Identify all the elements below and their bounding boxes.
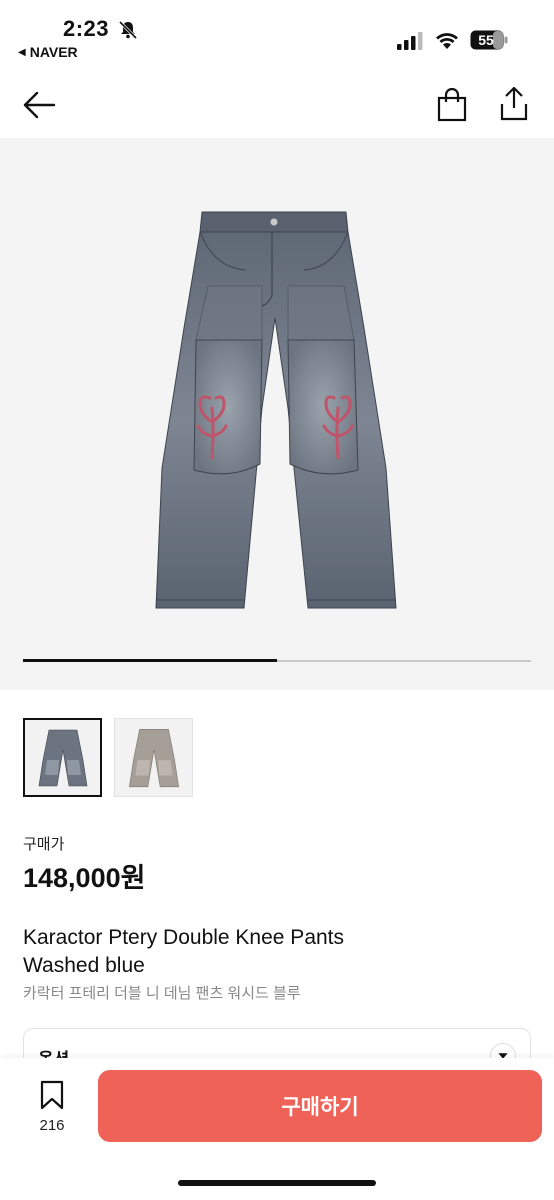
share-icon[interactable]	[498, 86, 530, 122]
product-image-gallery[interactable]	[0, 138, 554, 690]
bookmark-button[interactable]: 216	[30, 1080, 74, 1140]
back-arrow-icon[interactable]	[22, 90, 56, 120]
thumbnail-grey[interactable]	[114, 718, 193, 797]
battery-icon: 55	[470, 30, 508, 50]
thumbnail-grey-image	[129, 728, 180, 788]
battery-level: 55	[478, 32, 494, 48]
product-subtitle: 카락터 프테리 더블 니 데님 팬츠 워시드 블루	[23, 985, 301, 1002]
buy-button[interactable]: 구매하기	[98, 1070, 542, 1142]
gallery-progress-fill	[23, 659, 277, 662]
bottom-action-bar: 216 구매하기	[0, 1058, 554, 1200]
shopping-bag-icon[interactable]	[437, 88, 467, 122]
status-time: 2:23	[63, 16, 110, 41]
back-app-label: NAVER	[29, 44, 78, 60]
gallery-progress-track	[23, 659, 531, 662]
top-nav-bar	[0, 70, 554, 138]
home-indicator	[178, 1180, 376, 1186]
bookmark-count: 216	[39, 1117, 65, 1134]
price-value: 148,000원	[23, 863, 146, 893]
wifi-icon	[436, 33, 458, 49]
bookmark-icon	[40, 1080, 64, 1110]
bell-off-icon	[118, 20, 138, 40]
product-title-line1: Karactor Ptery Double Knee Pants	[23, 926, 345, 949]
thumbnail-blue-image	[38, 729, 88, 787]
price-label: 구매가	[23, 836, 65, 853]
signal-icon	[397, 32, 423, 50]
product-title: Karactor Ptery Double Knee Pants Washed …	[23, 924, 523, 980]
product-title-line2: Washed blue	[23, 954, 145, 977]
back-triangle-icon: ◀	[18, 46, 26, 58]
thumbnail-blue[interactable]	[23, 718, 102, 797]
thumbnail-strip	[23, 718, 193, 797]
product-image-jeans	[155, 211, 397, 609]
status-bar: 2:23 ◀ NAVER 55	[0, 0, 554, 70]
back-to-app-link[interactable]: ◀ NAVER	[18, 44, 78, 60]
